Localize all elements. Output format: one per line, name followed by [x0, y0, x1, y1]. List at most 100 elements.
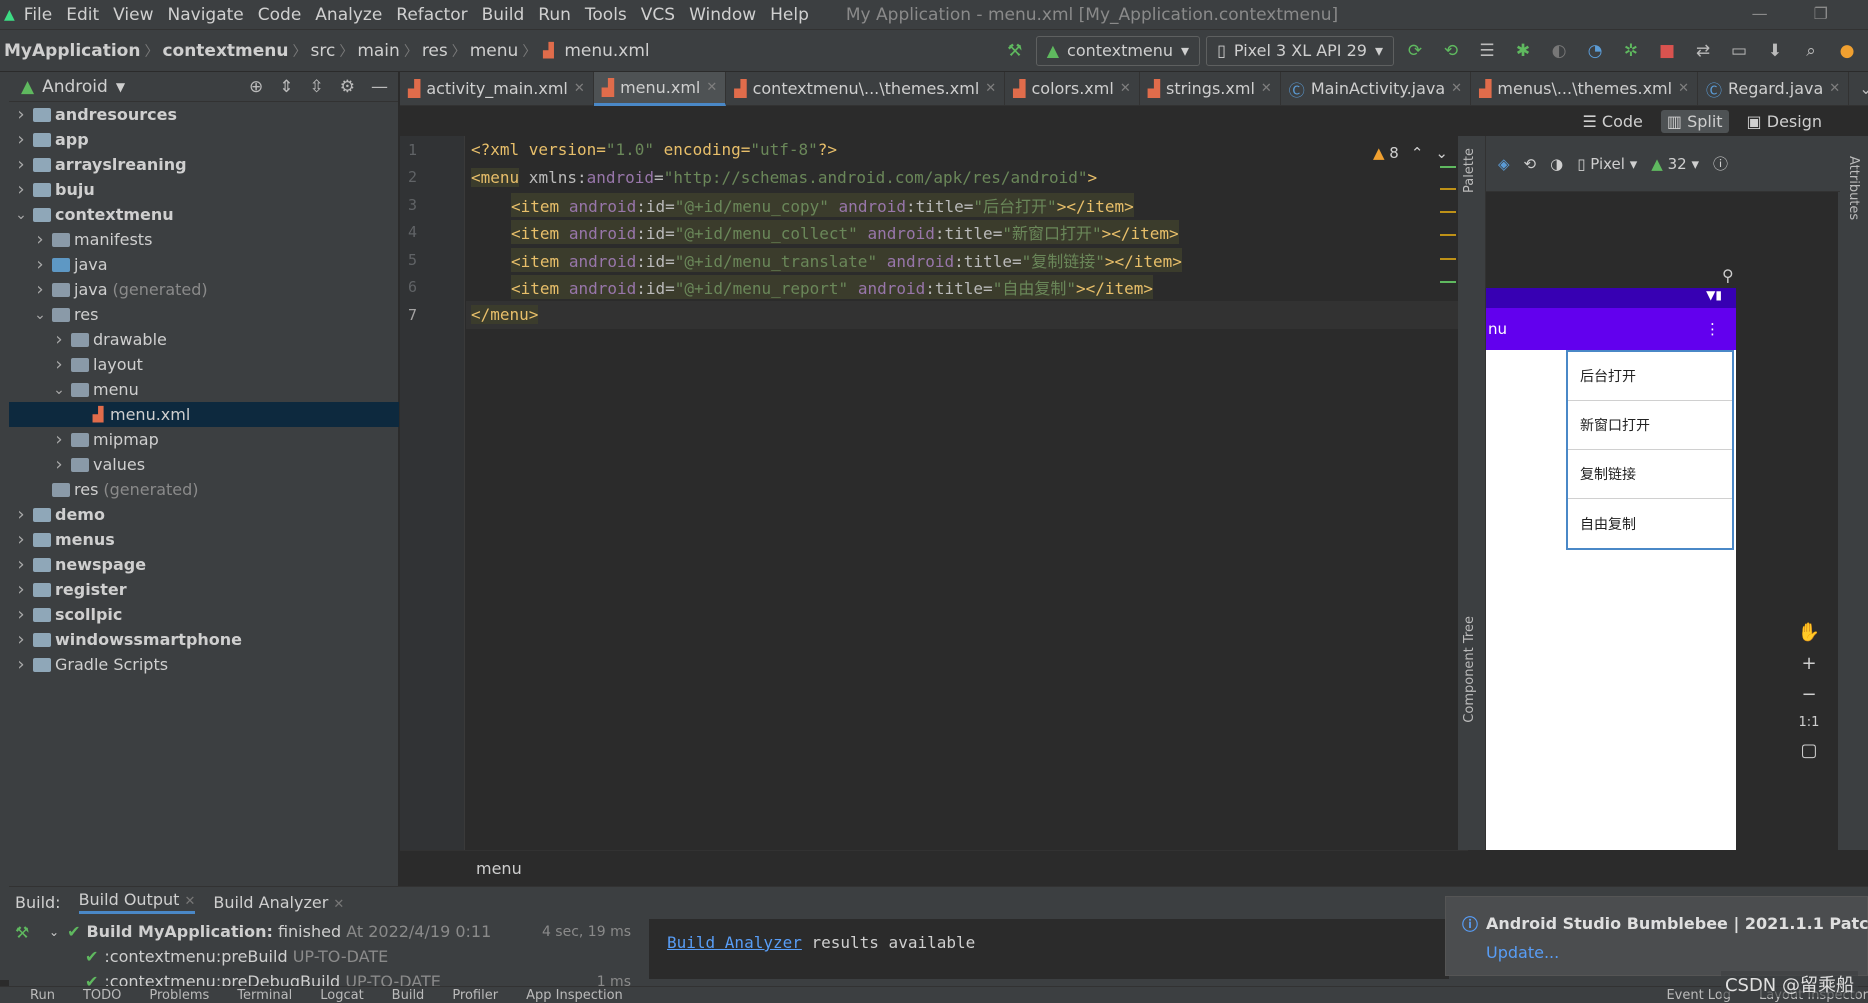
overflow-icon[interactable]: ⋮ [1705, 320, 1720, 338]
device-select[interactable]: ▯ Pixel ▾ [1577, 155, 1637, 173]
menu-item-preview[interactable]: 新窗口打开 [1568, 401, 1732, 450]
menu-navigate[interactable]: Navigate [161, 5, 251, 25]
menu-window[interactable]: Window [682, 5, 763, 25]
chevron-right-icon[interactable]: › [13, 554, 29, 575]
sync-icon[interactable]: ⇄ [1692, 40, 1714, 62]
search-icon[interactable]: ⌕ [1800, 40, 1822, 62]
tree-item[interactable]: › demo [9, 502, 399, 527]
chevron-right-icon[interactable]: › [51, 354, 67, 375]
tree-item[interactable]: › java (generated) [9, 277, 399, 302]
chevron-right-icon[interactable]: › [32, 254, 48, 275]
hammer-icon[interactable]: ⚒ [1004, 40, 1026, 62]
crumb-file[interactable]: menu.xml [560, 41, 653, 61]
debug-icon[interactable]: ✱ [1512, 40, 1534, 62]
tree-item[interactable]: › java [9, 252, 399, 277]
tree-item[interactable]: › values [9, 452, 399, 477]
menu-build[interactable]: Build [475, 5, 532, 25]
chevron-down-icon[interactable]: ⌄ [32, 307, 48, 323]
chevron-right-icon[interactable]: › [13, 104, 29, 125]
hide-icon[interactable]: — [371, 77, 388, 97]
breadcrumb-tag[interactable]: menu [476, 859, 522, 878]
chevron-right-icon[interactable]: › [51, 429, 67, 450]
tree-item[interactable]: › mipmap [9, 427, 399, 452]
gear-icon[interactable]: ⚙ [340, 77, 355, 97]
pan-icon[interactable]: ✋ [1798, 622, 1820, 643]
tree-item[interactable]: ⌄ res [9, 302, 399, 327]
tree-item[interactable]: › andresources [9, 102, 399, 127]
tab-overflow-icon[interactable]: ⌄ [1859, 79, 1868, 98]
tree-item[interactable]: › menus [9, 527, 399, 552]
build-root[interactable]: ⌄ ✔ Build MyApplication: finished At 2022/… [49, 919, 639, 944]
chevron-down-icon[interactable]: ⌄ [13, 207, 29, 223]
tool-window-button[interactable]: Profiler [452, 988, 498, 1003]
crumb-module[interactable]: contextmenu [158, 41, 292, 61]
tree-item[interactable]: ⌄ menu [9, 377, 399, 402]
menu-help[interactable]: Help [763, 5, 816, 25]
chevron-right-icon[interactable]: › [13, 529, 29, 550]
editor-breadcrumb[interactable]: menu [400, 850, 1468, 886]
editor-tab[interactable]: Ⓒ MainActivity.java ✕ [1281, 71, 1472, 106]
menu-run[interactable]: Run [531, 5, 578, 25]
restore-icon[interactable]: ❐ [1814, 4, 1828, 23]
chevron-right-icon[interactable]: › [13, 129, 29, 150]
inspection-widget[interactable]: ▲ 8 ⌃ ⌄ [1373, 144, 1448, 162]
apply-changes-icon[interactable]: ⟳ [1404, 40, 1426, 62]
tool-window-button[interactable]: Run [30, 988, 55, 1003]
expand-all-icon[interactable]: ⇕ [279, 77, 293, 97]
chevron-right-icon[interactable]: › [32, 229, 48, 250]
close-icon[interactable]: ✕ [574, 81, 585, 96]
editor-tab[interactable]: ▟ colors.xml ✕ [1005, 71, 1140, 106]
close-icon[interactable]: ✕ [985, 81, 996, 96]
attributes-tab[interactable]: Attributes [1846, 156, 1861, 220]
coverage-icon[interactable]: ☰ [1476, 40, 1498, 62]
menu-code[interactable]: Code [251, 5, 309, 25]
tree-item[interactable]: › buju [9, 177, 399, 202]
chevron-right-icon[interactable]: › [13, 604, 29, 625]
attach-icon[interactable]: ✲ [1620, 40, 1642, 62]
menu-vcs[interactable]: VCS [634, 5, 682, 25]
split-mode-button[interactable]: ▥ Split [1660, 109, 1729, 133]
chevron-right-icon[interactable]: › [32, 279, 48, 300]
menu-refactor[interactable]: Refactor [389, 5, 474, 25]
code-editor[interactable]: <?xml version= "1.0" encoding= "utf-8" ?> <… [466, 136, 1458, 850]
close-icon[interactable]: ✕ [1451, 81, 1462, 96]
close-icon[interactable]: ✕ [706, 80, 717, 95]
tree-item[interactable]: › Gradle Scripts [9, 652, 399, 677]
chevron-right-icon[interactable]: › [51, 454, 67, 475]
build-analyzer-link[interactable]: Build Analyzer [667, 933, 802, 952]
dropdown-icon[interactable]: ▼ [116, 80, 125, 94]
warning-icon[interactable]: ⓘ [1713, 153, 1728, 174]
night-mode-icon[interactable]: ◑ [1550, 155, 1563, 173]
chevron-right-icon[interactable]: › [13, 629, 29, 650]
zoom-in-icon[interactable]: + [1801, 653, 1816, 674]
palette-tab[interactable]: Palette [1462, 148, 1477, 193]
editor-tab[interactable]: ▟ contextmenu\...\themes.xml ✕ [726, 71, 1006, 106]
editor-tab[interactable]: ▟ activity_main.xml ✕ [400, 71, 594, 106]
hammer-icon[interactable]: ⚒ [15, 923, 29, 942]
tree-item[interactable]: › layout [9, 352, 399, 377]
close-icon[interactable]: ✕ [184, 894, 195, 909]
chevron-up-icon[interactable]: ⌃ [1411, 144, 1424, 162]
menu-view[interactable]: View [106, 5, 160, 25]
collapse-all-icon[interactable]: ⇳ [310, 77, 324, 97]
api-select[interactable]: ▲ 32 ▾ [1651, 155, 1699, 173]
design-canvas[interactable]: ▼▮ nu ⋮ 后台打开 新窗口打开 复制链接 自由复制 ⚲ ✋ + − 1:1 … [1486, 192, 1838, 850]
menu-file[interactable]: File [17, 5, 59, 25]
design-mode-button[interactable]: ▣ Design [1741, 110, 1828, 133]
chevron-right-icon[interactable]: › [13, 579, 29, 600]
editor-tab[interactable]: Ⓒ Regard.java ✕ [1698, 71, 1850, 106]
tool-window-button[interactable]: Logcat [320, 988, 363, 1003]
layers-icon[interactable]: ◈ [1498, 155, 1510, 173]
tab-build-output[interactable]: Build Output ✕ [78, 890, 196, 914]
tree-item[interactable]: ▟ menu.xml [9, 402, 399, 427]
tool-window-button[interactable]: Terminal [237, 988, 292, 1003]
crumb-menu[interactable]: menu [466, 41, 523, 61]
sdk-manager-icon[interactable]: ⬇ [1764, 40, 1786, 62]
device-manager-icon[interactable]: ▭ [1728, 40, 1750, 62]
tool-window-button[interactable]: TODO [83, 988, 121, 1003]
menu-tools[interactable]: Tools [578, 5, 634, 25]
chevron-right-icon[interactable]: › [51, 329, 67, 350]
menu-item-preview[interactable]: 自由复制 [1568, 499, 1732, 548]
update-link[interactable]: Update... [1462, 943, 1851, 962]
crumb-main[interactable]: main [353, 41, 403, 61]
